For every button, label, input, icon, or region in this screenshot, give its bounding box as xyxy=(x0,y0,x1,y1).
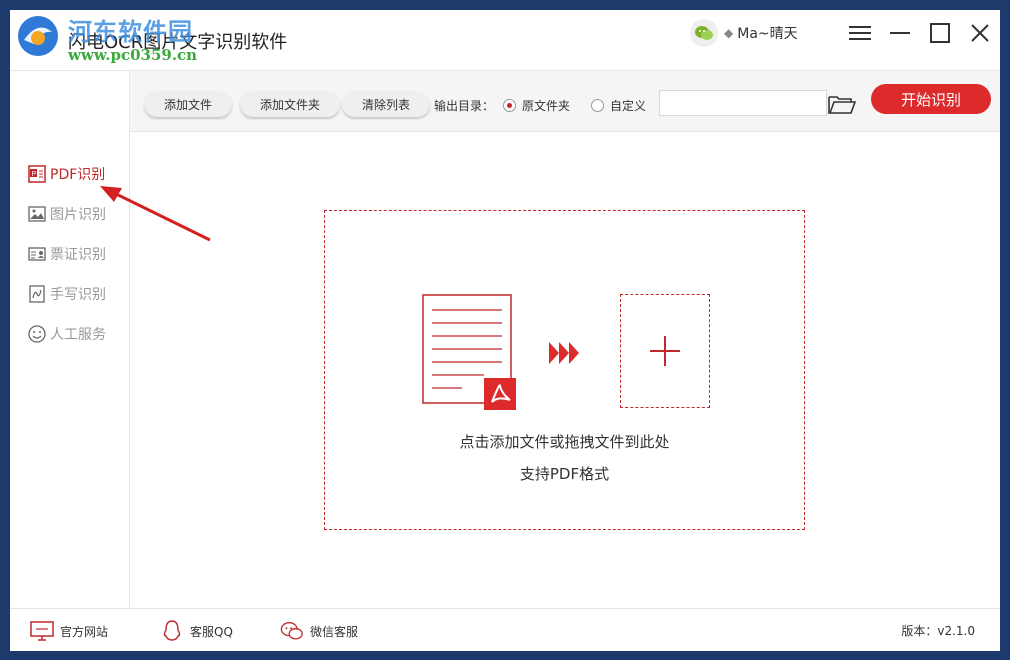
pdf-document-icon xyxy=(422,294,516,410)
sidebar-item-pdf[interactable]: P PDF识别 xyxy=(28,162,105,186)
sidebar-item-label: 图片识别 xyxy=(50,207,106,223)
minimize-icon[interactable] xyxy=(887,20,913,46)
sidebar-item-label: 人工服务 xyxy=(50,327,106,343)
sidebar: P PDF识别 图片识别 票证识别 手写识别 人工服务 xyxy=(10,71,130,608)
add-folder-button[interactable]: 添加文件夹 xyxy=(240,91,340,117)
user-profile[interactable]: ◆ Ma~晴天 xyxy=(690,18,798,48)
sidebar-item-certificate[interactable]: 票证识别 xyxy=(28,242,106,266)
version-label: 版本：v2.1.0 xyxy=(901,624,975,638)
sidebar-item-image[interactable]: 图片识别 xyxy=(28,202,106,226)
sidebar-item-service[interactable]: 人工服务 xyxy=(28,322,106,346)
vip-diamond-icon: ◆ xyxy=(724,26,734,40)
wechat-label: 微信客服 xyxy=(310,624,359,639)
arrow-right-icon xyxy=(549,342,579,364)
wechat-avatar-icon xyxy=(690,19,718,47)
radio-original-folder[interactable]: 原文件夹 xyxy=(503,97,570,114)
radio-checked-icon xyxy=(503,99,516,112)
close-icon[interactable] xyxy=(967,20,993,46)
menu-icon[interactable] xyxy=(847,20,873,46)
radio-original-label: 原文件夹 xyxy=(522,99,571,113)
sidebar-item-handwriting[interactable]: 手写识别 xyxy=(28,282,106,306)
sidebar-item-label: 票证识别 xyxy=(50,247,106,263)
add-file-button[interactable]: 添加文件 xyxy=(144,91,232,117)
add-file-target[interactable] xyxy=(620,294,710,408)
customer-wechat-link[interactable]: 微信客服 xyxy=(280,621,358,641)
watermark-site-name: 河东软件园 xyxy=(68,18,193,46)
svg-text:P: P xyxy=(32,171,37,178)
user-name: Ma~晴天 xyxy=(737,26,798,42)
file-dropzone[interactable]: 点击添加文件或拖拽文件到此处 支持PDF格式 xyxy=(324,210,805,530)
wechat-icon xyxy=(280,621,304,641)
pdf-icon: P xyxy=(28,165,46,183)
handwriting-icon xyxy=(28,285,46,303)
watermark-url: www.pc0359.cn xyxy=(68,46,198,64)
start-recognition-button[interactable]: 开始识别 xyxy=(871,84,991,114)
plus-icon xyxy=(650,336,680,366)
official-website-link[interactable]: 官方网站 xyxy=(30,621,108,641)
qq-icon xyxy=(160,620,184,641)
output-path-input[interactable] xyxy=(659,90,827,116)
watermark-logo-icon xyxy=(18,16,58,56)
folder-open-icon[interactable] xyxy=(827,91,857,117)
smiley-icon xyxy=(28,325,46,343)
clear-list-button[interactable]: 清除列表 xyxy=(342,91,430,117)
website-label: 官方网站 xyxy=(60,624,109,639)
radio-custom-folder[interactable]: 自定义 xyxy=(591,97,646,114)
output-dir-label: 输出目录： xyxy=(434,99,495,113)
qq-label: 客服QQ xyxy=(190,624,233,639)
title-bar: 闪电OCR图片文字识别软件 河东软件园 www.pc0359.cn ◆ Ma~晴… xyxy=(10,10,1000,71)
customer-qq-link[interactable]: 客服QQ xyxy=(160,620,233,641)
radio-custom-label: 自定义 xyxy=(610,99,647,113)
radio-unchecked-icon xyxy=(591,99,604,112)
maximize-icon[interactable] xyxy=(927,20,953,46)
image-icon xyxy=(28,205,46,223)
toolbar: 添加文件 添加文件夹 清除列表 输出目录： 原文件夹 自定义 开始识别 xyxy=(130,71,1000,132)
monitor-icon xyxy=(30,621,54,641)
sidebar-item-label: 手写识别 xyxy=(50,287,106,303)
sidebar-item-label: PDF识别 xyxy=(50,167,106,183)
dropzone-hint: 点击添加文件或拖拽文件到此处 xyxy=(459,433,670,451)
footer: 官方网站 客服QQ 微信客服 版本：v2.1.0 xyxy=(10,608,1000,651)
dropzone-format: 支持PDF格式 xyxy=(519,465,610,483)
id-card-icon xyxy=(28,245,46,263)
app-window: 闪电OCR图片文字识别软件 河东软件园 www.pc0359.cn ◆ Ma~晴… xyxy=(10,10,1000,651)
